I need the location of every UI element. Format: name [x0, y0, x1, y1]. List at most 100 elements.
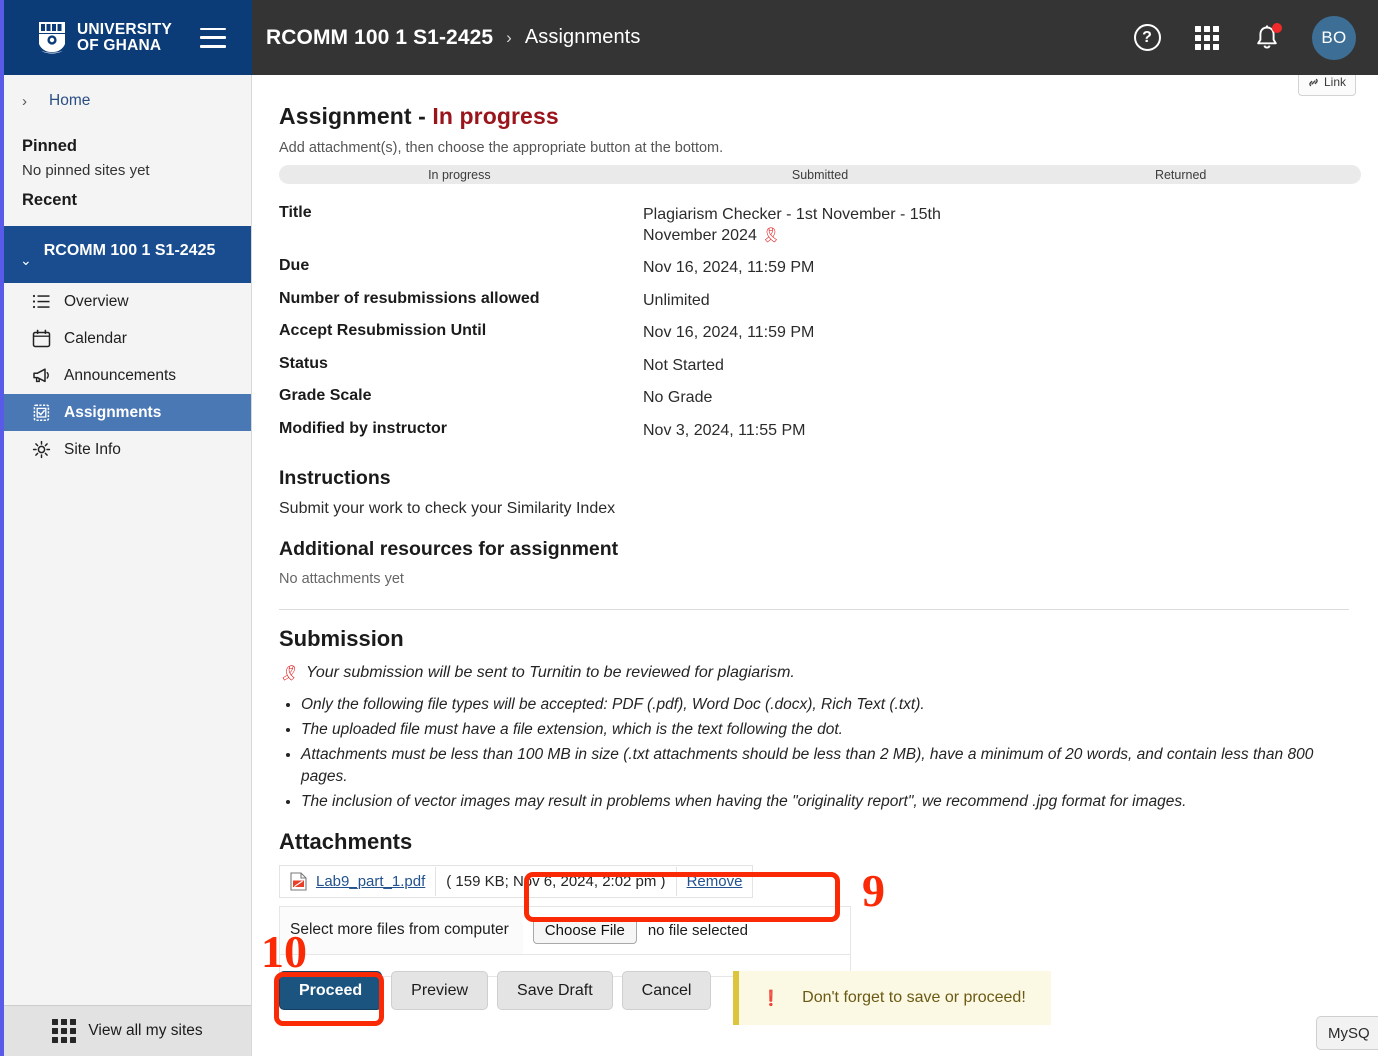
table-row: Title Plagiarism Checker - 1st November … — [279, 198, 973, 252]
assignment-panel: Assignment - In progress Add attachment(… — [253, 75, 1378, 977]
sidebar-pinned-empty: No pinned sites yet — [4, 160, 251, 181]
link-button-label: Link — [1324, 75, 1346, 89]
topbar-actions: ? BO — [1132, 16, 1356, 60]
assignment-details-table: Title Plagiarism Checker - 1st November … — [279, 198, 973, 447]
page-title-status: In progress — [432, 103, 558, 129]
file-picker-label: Select more files from computer — [280, 907, 523, 954]
submission-rules-list: Only the following file types will be ac… — [279, 694, 1339, 813]
detail-key-modified: Modified by instructor — [279, 414, 643, 446]
hamburger-menu-icon[interactable] — [200, 28, 226, 48]
sidebar-item-calendar[interactable]: Calendar — [4, 320, 251, 357]
detail-value-grade-scale: No Grade — [643, 382, 973, 414]
attachment-remove-cell: Remove — [676, 867, 753, 896]
breadcrumb: RCOMM 100 1 S1-2425 › Assignments — [266, 26, 640, 50]
notification-badge-dot — [1272, 23, 1282, 33]
remove-attachment-link[interactable]: Remove — [687, 873, 743, 890]
sidebar-item-overview-label: Overview — [64, 293, 129, 311]
list-item: The inclusion of vector images may resul… — [301, 791, 1339, 813]
sidebar-item-home-label: Home — [49, 92, 90, 110]
link-button[interactable]: Link — [1298, 75, 1356, 96]
detail-value-due: Nov 16, 2024, 11:59 PM — [643, 252, 973, 284]
detail-value-status: Not Started — [643, 349, 973, 381]
view-all-sites-label: View all my sites — [88, 1022, 202, 1040]
university-of-ghana-crest-icon — [36, 20, 68, 56]
turnitin-ribbon-icon: 🎗 — [761, 227, 780, 244]
list-item: Attachments must be less than 100 MB in … — [301, 744, 1339, 788]
sidebar-site-rcomm-100[interactable]: ⌄ RCOMM 100 1 S1-2425 — [4, 226, 251, 283]
list-item: Only the following file types will be ac… — [301, 694, 1339, 716]
proceed-button[interactable]: Proceed — [279, 971, 382, 1010]
resources-body: No attachments yet — [279, 571, 1352, 587]
submission-heading: Submission — [279, 626, 1352, 652]
chevron-right-icon: › — [22, 93, 34, 110]
breadcrumb-page[interactable]: Assignments — [525, 26, 641, 49]
attachment-meta-cell: ( 159 KB; Nov 6, 2024, 2:02 pm ) — [435, 867, 675, 896]
topbar-main: RCOMM 100 1 S1-2425 › Assignments ? — [252, 0, 1378, 75]
taskbar-mysql-chip[interactable]: MySQ — [1316, 1016, 1378, 1050]
detail-key-grade-scale: Grade Scale — [279, 382, 643, 414]
notifications-button[interactable] — [1252, 23, 1282, 53]
page-root: UNIVERSITY OF GHANA RCOMM 100 1 S1-2425 … — [0, 0, 1378, 1056]
action-button-bar: Proceed Preview Save Draft Cancel ❗ Don'… — [279, 971, 1051, 1025]
list-icon — [32, 292, 51, 311]
bell-icon — [1254, 24, 1280, 52]
save-draft-button[interactable]: Save Draft — [497, 971, 613, 1010]
sidebar-heading-recent: Recent — [4, 181, 251, 214]
sidebar-item-calendar-label: Calendar — [64, 330, 127, 348]
gear-icon — [32, 440, 51, 459]
detail-key-due: Due — [279, 252, 643, 284]
help-button[interactable]: ? — [1132, 23, 1162, 53]
table-row: Number of resubmissions allowed Unlimite… — [279, 284, 973, 316]
calendar-icon — [32, 329, 51, 348]
attachment-row: Lab9_part_1.pdf ( 159 KB; Nov 6, 2024, 2… — [279, 865, 753, 898]
table-row: Accept Resubmission Until Nov 16, 2024, … — [279, 317, 973, 349]
instructions-body: Submit your work to check your Similarit… — [279, 500, 1352, 518]
breadcrumb-separator-icon: › — [506, 28, 512, 48]
assignment-checklist-icon — [32, 403, 51, 422]
progress-step-returned: Returned — [1000, 168, 1361, 182]
file-picker-status: no file selected — [648, 922, 748, 939]
turnitin-notice: 🎗 Your submission will be sent to Turnit… — [279, 664, 1352, 682]
sidebar-item-site-info[interactable]: Site Info — [4, 431, 251, 468]
view-all-sites-button[interactable]: View all my sites — [4, 1005, 251, 1056]
instructions-heading: Instructions — [279, 467, 1352, 490]
university-logo[interactable]: UNIVERSITY OF GHANA — [36, 20, 172, 56]
file-picker-input[interactable]: Choose File no file selected — [523, 907, 850, 954]
list-item: The uploaded file must have a file exten… — [301, 719, 1339, 741]
sidebar-item-assignments-label: Assignments — [64, 404, 161, 422]
section-divider — [279, 609, 1349, 610]
cancel-button[interactable]: Cancel — [622, 971, 712, 1010]
save-reminder-alert: ❗ Don't forget to save or proceed! — [733, 971, 1051, 1025]
megaphone-icon — [32, 366, 51, 385]
attachment-meta-text: ( 159 KB; Nov 6, 2024, 2:02 pm ) — [446, 873, 665, 890]
progress-step-in-progress: In progress — [279, 168, 640, 182]
exclamation-icon: ❗ — [761, 989, 780, 1007]
sidebar: › Home Pinned No pinned sites yet Recent… — [0, 75, 252, 1056]
detail-key-accept-until: Accept Resubmission Until — [279, 317, 643, 349]
breadcrumb-site[interactable]: RCOMM 100 1 S1-2425 — [266, 26, 493, 50]
grid-apps-icon — [1195, 26, 1219, 50]
brand-block: UNIVERSITY OF GHANA — [0, 0, 252, 75]
sidebar-item-home[interactable]: › Home — [4, 75, 251, 127]
detail-value-accept-until: Nov 16, 2024, 11:59 PM — [643, 317, 973, 349]
sidebar-item-overview[interactable]: Overview — [4, 283, 251, 320]
instruction-note: Add attachment(s), then choose the appro… — [279, 140, 1352, 156]
attachment-name-cell: Lab9_part_1.pdf — [280, 866, 435, 897]
sidebar-item-assignments[interactable]: Assignments — [4, 394, 251, 431]
sidebar-item-announcements-label: Announcements — [64, 367, 176, 385]
page-title: Assignment - In progress — [279, 103, 1352, 130]
preview-button[interactable]: Preview — [391, 971, 488, 1010]
avatar[interactable]: BO — [1312, 16, 1356, 60]
sidebar-item-announcements[interactable]: Announcements — [4, 357, 251, 394]
logo-line-1: UNIVERSITY — [77, 22, 172, 38]
detail-value-title-text: Plagiarism Checker - 1st November - 15th… — [643, 206, 941, 244]
table-row: Due Nov 16, 2024, 11:59 PM — [279, 252, 973, 284]
turnitin-ribbon-icon: 🎗 — [279, 664, 298, 682]
attachment-file-link[interactable]: Lab9_part_1.pdf — [316, 873, 425, 890]
apps-button[interactable] — [1192, 23, 1222, 53]
choose-file-button[interactable]: Choose File — [533, 917, 637, 944]
help-circle-icon: ? — [1134, 24, 1161, 51]
table-row: Grade Scale No Grade — [279, 382, 973, 414]
sidebar-item-site-info-label: Site Info — [64, 441, 121, 459]
detail-value-resubmissions: Unlimited — [643, 284, 973, 316]
